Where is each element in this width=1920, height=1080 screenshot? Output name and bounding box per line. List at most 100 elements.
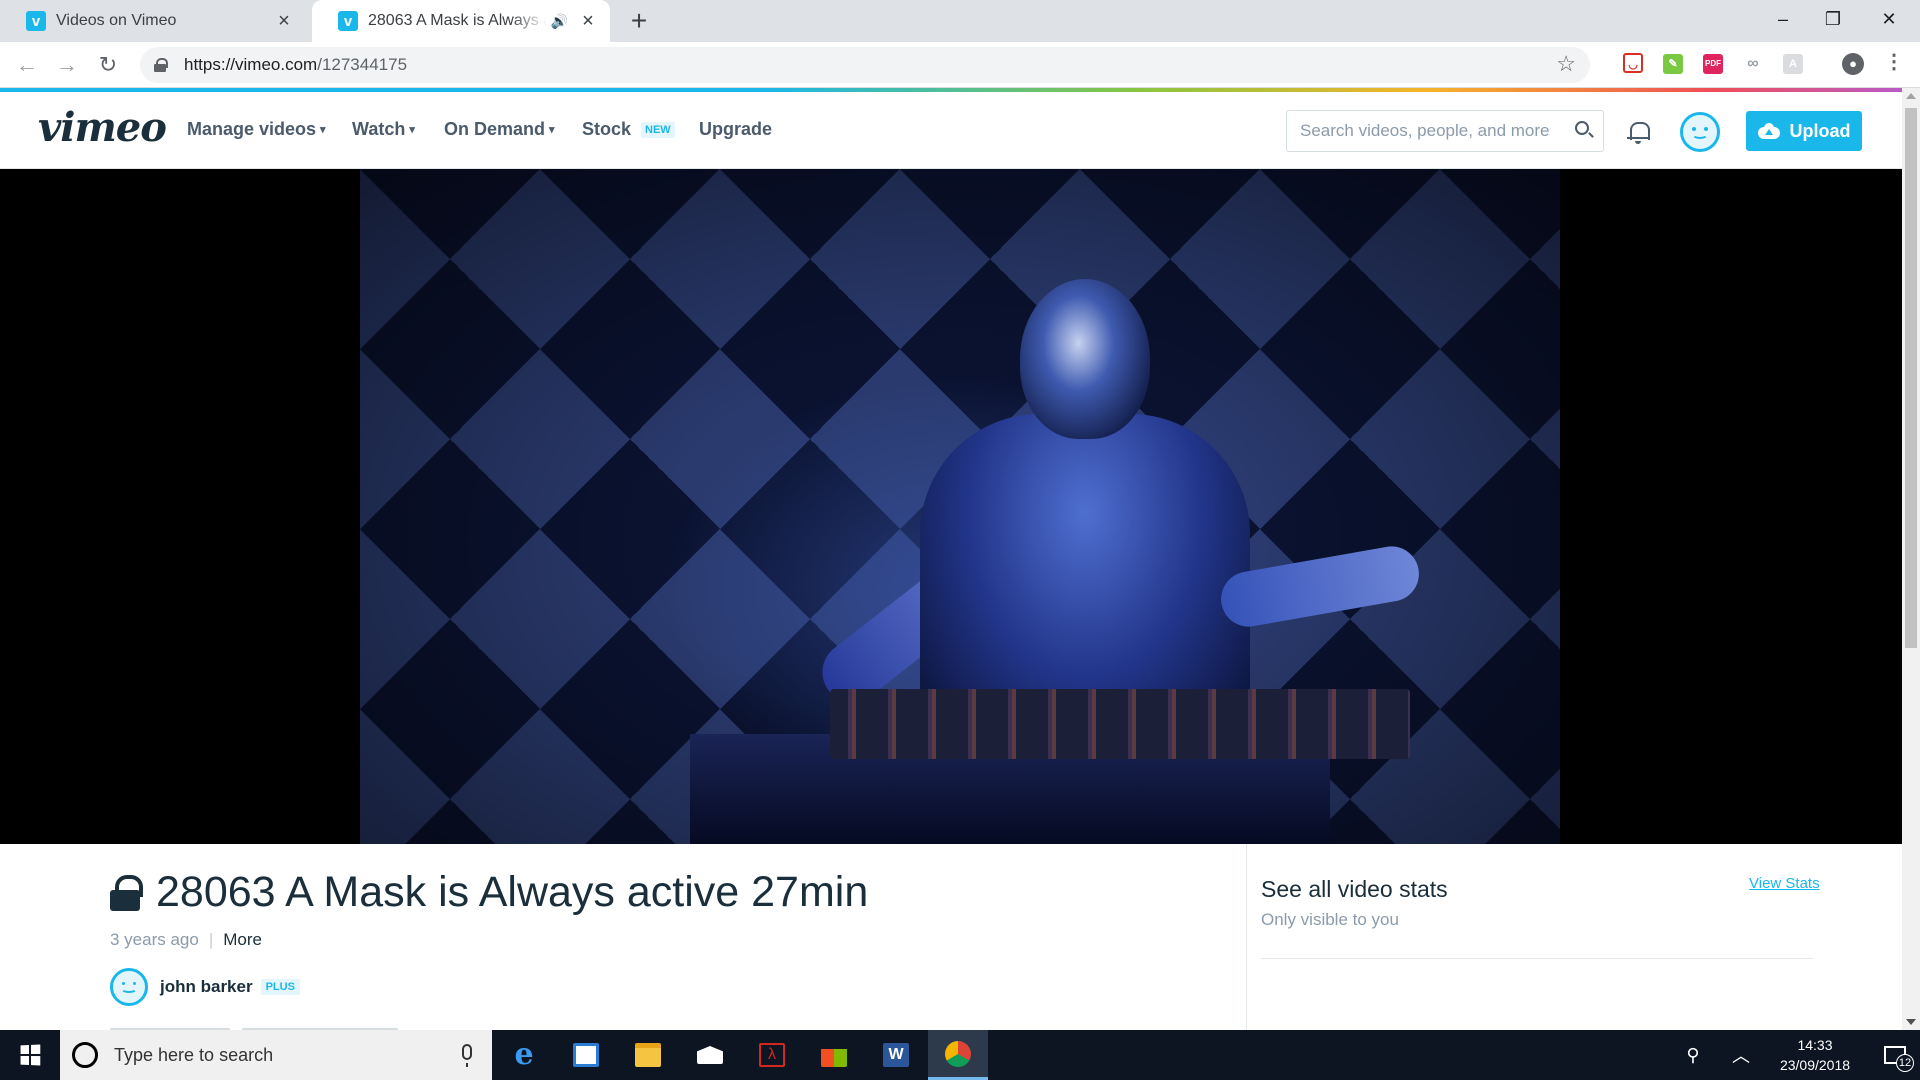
close-tab-icon[interactable]: × <box>578 10 598 33</box>
notifications-bell-icon[interactable] <box>1627 120 1650 144</box>
stats-subtitle: Only visible to you <box>1261 910 1399 929</box>
search-input[interactable] <box>1300 121 1565 141</box>
video-info-section: 28063 A Mask is Always active 27min 3 ye… <box>0 844 1902 1031</box>
page-scrollbar[interactable] <box>1902 88 1920 1030</box>
task-view-icon[interactable] <box>556 1030 616 1080</box>
clock-date: 23/09/2018 <box>1779 1057 1851 1073</box>
edge-icon[interactable]: e <box>494 1030 554 1080</box>
minimize-icon[interactable]: – <box>1758 0 1808 38</box>
action-center-icon[interactable]: 12 <box>1870 1030 1920 1080</box>
restore-icon[interactable]: ❐ <box>1808 0 1858 38</box>
url-path: /127344175 <box>317 55 408 74</box>
nav-label: Manage videos <box>187 119 317 139</box>
nav-label: Upgrade <box>699 119 773 139</box>
bookmark-star-icon[interactable]: ☆ <box>1556 51 1576 77</box>
link-icon[interactable]: ∞ <box>1743 54 1763 74</box>
video-title-text: 28063 A Mask is Always active 27min <box>156 868 869 916</box>
tab-title: Videos on Vimeo <box>56 12 177 29</box>
new-badge: NEW <box>641 121 675 138</box>
people-icon[interactable]: ⚲ <box>1676 1030 1710 1080</box>
search-icon[interactable] <box>1575 121 1589 135</box>
upload-label: Upload <box>1789 120 1851 141</box>
store-icon[interactable] <box>804 1030 864 1080</box>
scroll-up-arrow-icon[interactable] <box>1906 93 1916 99</box>
show-hidden-icons-chevron-icon[interactable]: ︿ <box>1724 1030 1758 1080</box>
vimeo-search-box[interactable] <box>1286 110 1604 152</box>
close-window-icon[interactable]: ✕ <box>1864 0 1914 38</box>
owner-avatar[interactable] <box>110 968 148 1006</box>
view-stats-link[interactable]: View Stats <box>1749 875 1820 892</box>
cloud-upload-icon <box>1757 123 1780 139</box>
nav-label: Stock <box>582 119 632 139</box>
forward-arrow-icon[interactable]: → <box>54 52 80 78</box>
chevron-down-icon: ▾ <box>549 124 555 136</box>
nav-stock[interactable]: Stock NEW <box>582 119 675 140</box>
bell-clapper <box>1635 141 1641 144</box>
video-owner[interactable]: john barker PLUS <box>110 968 300 1006</box>
nav-manage-videos[interactable]: Manage videos ▾ <box>187 119 326 140</box>
reload-icon[interactable]: ↻ <box>95 52 121 78</box>
taskbar-search[interactable]: Type here to search <box>60 1030 492 1080</box>
tab-videos-on-vimeo[interactable]: v Videos on Vimeo × <box>0 0 306 42</box>
acrobat-reader-icon[interactable]: λ <box>742 1030 802 1080</box>
audio-playing-icon[interactable]: 🔊 <box>551 13 568 30</box>
nav-label: On Demand <box>444 119 546 139</box>
file-explorer-icon[interactable] <box>618 1030 678 1080</box>
acrobat-icon[interactable]: A <box>1783 54 1803 74</box>
smiley-face-icon <box>113 971 145 1003</box>
close-tab-icon[interactable]: × <box>274 10 294 33</box>
plus-badge: PLUS <box>260 979 300 995</box>
system-clock[interactable]: 14:33 23/09/2018 <box>1760 1035 1870 1075</box>
vimeo-header: vimeo Manage videos ▾ Watch ▾ On Demand ▾ S… <box>0 92 1902 169</box>
video-player[interactable] <box>0 169 1902 844</box>
scroll-down-arrow-icon[interactable] <box>1906 1019 1916 1025</box>
mail-icon[interactable] <box>680 1030 740 1080</box>
windows-taskbar: Type here to search e λ W ⚲ ︿ 14:33 23/0… <box>0 1030 1920 1080</box>
address-bar[interactable]: https://vimeo.com/127344175 ☆ <box>140 47 1590 83</box>
cortana-icon <box>72 1042 98 1068</box>
more-button[interactable]: More <box>223 930 262 950</box>
tab-current-video[interactable]: v 28063 A Mask is Always active 27min 🔊 … <box>312 0 610 42</box>
nav-on-demand[interactable]: On Demand ▾ <box>444 119 555 140</box>
pocket-icon[interactable]: ◡ <box>1623 53 1643 73</box>
nav-upgrade[interactable]: Upgrade <box>699 119 772 140</box>
video-frame[interactable] <box>360 169 1560 844</box>
user-avatar[interactable] <box>1680 112 1720 152</box>
private-lock-icon <box>110 874 143 911</box>
video-title: 28063 A Mask is Always active 27min <box>110 868 868 917</box>
video-meta: 3 years ago | More <box>110 930 262 950</box>
back-arrow-icon[interactable]: ← <box>14 52 40 78</box>
upload-button[interactable]: Upload <box>1746 111 1862 151</box>
chevron-down-icon: ▾ <box>409 124 415 136</box>
word-icon[interactable]: W <box>866 1030 926 1080</box>
video-synth-equipment <box>830 689 1410 759</box>
meta-separator: | <box>208 930 214 949</box>
clock-time: 14:33 <box>1797 1037 1833 1053</box>
video-age: 3 years ago <box>110 930 199 949</box>
evernote-icon[interactable]: ✎ <box>1663 54 1683 74</box>
tab-title: 28063 A Mask is Always active 27min <box>368 12 547 29</box>
owner-name[interactable]: john barker <box>160 977 253 997</box>
notification-box: 12 <box>1884 1046 1914 1072</box>
video-masked-head <box>1020 279 1150 439</box>
taskbar-search-placeholder: Type here to search <box>114 1044 274 1065</box>
start-button[interactable] <box>0 1030 60 1080</box>
secure-lock-icon[interactable] <box>154 58 168 72</box>
pdf-icon[interactable]: PDF <box>1703 54 1723 74</box>
stats-title: See all video stats <box>1261 876 1448 902</box>
stats-divider <box>1261 958 1813 959</box>
microphone-icon[interactable] <box>462 1044 472 1067</box>
nav-watch[interactable]: Watch ▾ <box>352 119 415 140</box>
vimeo-logo[interactable]: vimeo <box>38 104 167 151</box>
new-tab-button[interactable]: + <box>624 6 654 36</box>
windows-logo-icon <box>20 1044 41 1066</box>
nav-label: Watch <box>352 119 406 139</box>
smiley-face-icon <box>1683 115 1717 149</box>
notification-count: 12 <box>1896 1054 1914 1072</box>
scrollbar-thumb[interactable] <box>1905 108 1917 648</box>
profile-icon[interactable]: ● <box>1842 53 1864 75</box>
chrome-menu-icon[interactable]: ⋮ <box>1884 52 1904 72</box>
vimeo-favicon-icon: v <box>26 11 46 31</box>
chrome-icon[interactable] <box>928 1030 988 1080</box>
url-host: https://vimeo.com <box>184 55 318 74</box>
